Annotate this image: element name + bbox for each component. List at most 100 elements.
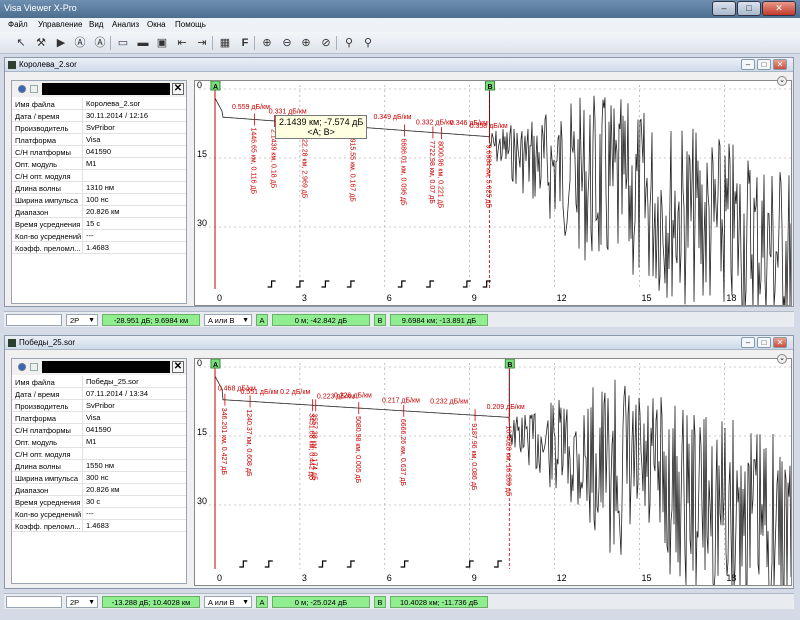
zoom-reset-icon[interactable]: ⊘ [319,36,333,50]
doc-minimize-button[interactable]: – [741,337,755,348]
wrench-icon[interactable]: ⚒ [34,36,48,50]
property-row: Кол-во усреднений --- [12,508,186,520]
minimize-button[interactable]: – [712,1,736,16]
scroll-down-icon[interactable]: ⌄ [777,76,787,86]
a-circle-icon[interactable]: Ⓐ [73,36,87,50]
event-label: 346.201 км, 0.427 дБ [220,408,227,476]
import-icon[interactable]: ⇤ [175,36,189,50]
property-row: С/Н платформы 041590 [12,424,186,436]
remove-trace-button[interactable]: ✕ [172,83,184,95]
trace-radio[interactable] [18,363,26,371]
property-key: Время усреднения [15,220,81,229]
property-key: Кол-во усреднений [15,232,82,241]
property-row: Ширина импульса 300 нс [12,472,186,484]
mode-select[interactable]: 2P ▼ [66,314,98,326]
event-label: 5080.98 км, 0.005 дБ [354,416,361,484]
property-key: Диапазон [15,208,49,217]
property-key: Платформа [15,136,57,145]
trace-checkbox[interactable] [30,85,38,93]
trace-selector: ✕ [12,81,186,97]
doc-close-button[interactable]: ✕ [773,337,787,348]
event-type-icon [397,280,406,288]
trace-name-field[interactable] [42,361,170,373]
doc-close-button[interactable]: ✕ [773,59,787,70]
export-icon[interactable]: ⇥ [195,36,209,50]
property-value: 20.826 км [82,206,119,218]
property-key: Коэфф. преломл... [15,244,81,253]
save-icon[interactable]: ▣ [155,36,169,50]
maximize-button[interactable]: □ [737,1,761,16]
property-row: Производитель SvPribor [12,400,186,412]
property-key: Ширина импульса [15,474,79,483]
marker-a-readout: 0 м; -25.024 дБ [272,596,370,608]
doc-maximize-button[interactable]: □ [757,337,771,348]
search-alt-icon[interactable]: ⚲ [361,36,375,50]
close-button[interactable]: ✕ [762,1,796,16]
f-icon[interactable]: F [238,36,252,50]
property-value: 1310 нм [82,182,114,194]
attenuation-label: 0.358 дБ/км [470,123,508,130]
trace-properties-panel: ✕ Имя файла Победы_25.sor Дата / время 07.1… [11,358,187,584]
play-icon[interactable]: ▶ [54,36,68,50]
trace-selector: ✕ [12,359,186,375]
event-label: 1240.37 км, 0.608 дБ [245,409,252,477]
reflectogram-plot[interactable]: 0 3 6 9 12 15 18 0 15 30 346.201 км, 0.427 дБ 1240.… [194,358,792,586]
property-value: Visa [82,134,100,146]
a-outline-icon[interactable]: Ⓐ [93,36,107,50]
status-bar-1: 2P ▼ -28.951 дБ; 9.6984 км A или B ▼ A 0 м… [4,311,794,327]
menu-windows[interactable]: Окна [147,20,166,29]
x-tick-label: 6 [387,573,392,583]
doc-minimize-button[interactable]: – [741,59,755,70]
menu-analysis[interactable]: Анализ [112,20,139,29]
trace-radio[interactable] [18,85,26,93]
trace-checkbox[interactable] [30,363,38,371]
property-value: 300 нс [82,472,109,484]
y-tick-label: 15 [197,149,207,159]
property-value: Королева_2.sor [82,98,140,110]
zoom-fit-icon[interactable]: ⊕ [299,36,313,50]
chevron-down-icon: ▼ [88,599,95,606]
y-tick-label: 0 [197,81,202,90]
menu-file[interactable]: Файл [8,20,28,29]
property-value: 041590 [82,146,111,158]
pointer-icon[interactable]: ↖ [14,36,28,50]
property-key: Имя файла [15,100,55,109]
marker-b-label: B [507,362,512,369]
zoom-in-icon[interactable]: ⊕ [260,36,274,50]
folder-icon[interactable]: ▬ [136,36,150,50]
x-tick-label: 18 [726,293,736,303]
menu-control[interactable]: Управление [38,20,82,29]
property-value: --- [82,508,94,520]
menu-help[interactable]: Помощь [175,20,206,29]
chevron-down-icon: ▼ [242,599,249,606]
remove-trace-button[interactable]: ✕ [172,361,184,373]
document-titlebar: Победы_25.sor – □ ✕ [5,336,793,350]
status-blank [6,314,62,326]
y-tick-label: 0 [197,359,202,368]
open-folder-icon[interactable]: ▭ [116,36,130,50]
event-type-icon [494,560,502,568]
marker-a-label: A [213,84,218,91]
search-icon[interactable]: ⚲ [342,36,356,50]
scroll-down-icon[interactable]: ⌄ [777,354,787,364]
reflectogram-plot[interactable]: 0 3 6 9 12 15 18 0 15 30 1446.65 км, 0.116 дБ 2.143… [194,80,792,306]
marker-mode-select[interactable]: A или B ▼ [204,314,252,326]
trace-icon [8,339,16,347]
mode-select[interactable]: 2P ▼ [66,596,98,608]
marker-a-badge: A [256,314,268,326]
attenuation-label: 0.332 дБ/км [416,119,454,126]
marker-mode-select[interactable]: A или B ▼ [204,596,252,608]
menu-view[interactable]: Вид [89,20,103,29]
document-window-2: Победы_25.sor – □ ✕ ✕ Имя файла Победы_25… [4,335,794,589]
event-label: 3557.38 км, 0.174 дБ [311,413,318,481]
property-key: Опт. модуль [15,438,58,447]
property-value: 15 с [82,218,100,230]
grid-icon[interactable]: ▦ [218,36,232,50]
property-key: Время усреднения [15,498,81,507]
event-label: 8000.96 км, 0.221 дБ [436,141,443,209]
zoom-out-icon[interactable]: ⊖ [280,36,294,50]
trace-name-field[interactable] [42,83,170,95]
event-type-icon [239,560,248,568]
property-row: Диапазон 20.826 км [12,206,186,218]
doc-maximize-button[interactable]: □ [757,59,771,70]
